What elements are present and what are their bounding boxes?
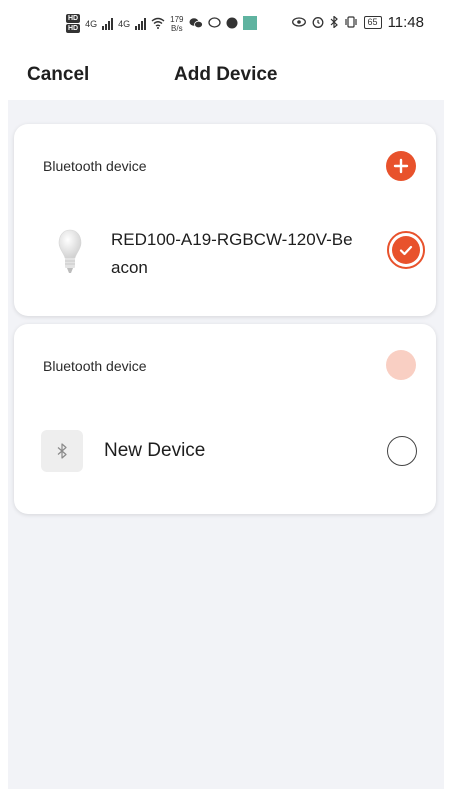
bluetooth-icon [57,443,67,459]
app-icon [226,17,238,31]
chat-bubble-icon [207,16,221,31]
plus-icon [393,158,409,174]
wechat-icon [189,17,203,31]
top-bar: Cancel Add Device [0,50,460,100]
add-device-button[interactable] [386,151,416,181]
light-bulb-icon [58,229,82,273]
card-label: Bluetooth device [43,158,147,174]
device-card-1: Bluetooth device RED100-A19-RGBCW-120V-B… [14,124,436,316]
alarm-icon [312,16,324,30]
signal-label-2: 4G [118,18,131,29]
bluetooth-device-tile [41,430,83,472]
check-circle-icon [392,236,420,264]
app-badge-icon [242,15,257,32]
bluetooth-status-icon [330,14,338,30]
signal-icon-1 [102,17,114,30]
network-speed: 179 B/s [170,15,183,33]
cancel-button[interactable]: Cancel [27,64,89,86]
signal-icon-2 [135,17,147,30]
battery-icon: 65 [363,16,382,29]
add-device-button-disabled [386,350,416,380]
select-device-radio[interactable] [387,436,417,466]
network-speed-value: 179 [170,14,184,24]
select-device-checkbox[interactable] [387,231,425,269]
device-list-area: Bluetooth device RED100-A19-RGBCW-120V-B… [8,100,444,789]
device-name: New Device [104,440,206,461]
card-label: Bluetooth device [43,358,147,374]
vibrate-icon [344,15,358,30]
eye-icon [291,16,306,29]
wifi-icon [151,17,165,31]
device-card-2: Bluetooth device New Device [14,324,436,514]
status-left: HD HD 4G 4G 179 B/s [66,14,257,33]
signal-label-1: 4G [85,18,98,29]
hd-icon: HD HD [66,14,81,33]
clock: 11:48 [387,14,424,31]
device-name: RED100-A19-RGBCW-120V-Beacon [111,230,353,277]
status-bar: HD HD 4G 4G 179 B/s 65 11:48 [0,0,460,50]
page-title: Add Device [174,64,278,85]
network-speed-unit: B/s [171,23,183,33]
status-right: 65 11:48 [291,14,424,31]
